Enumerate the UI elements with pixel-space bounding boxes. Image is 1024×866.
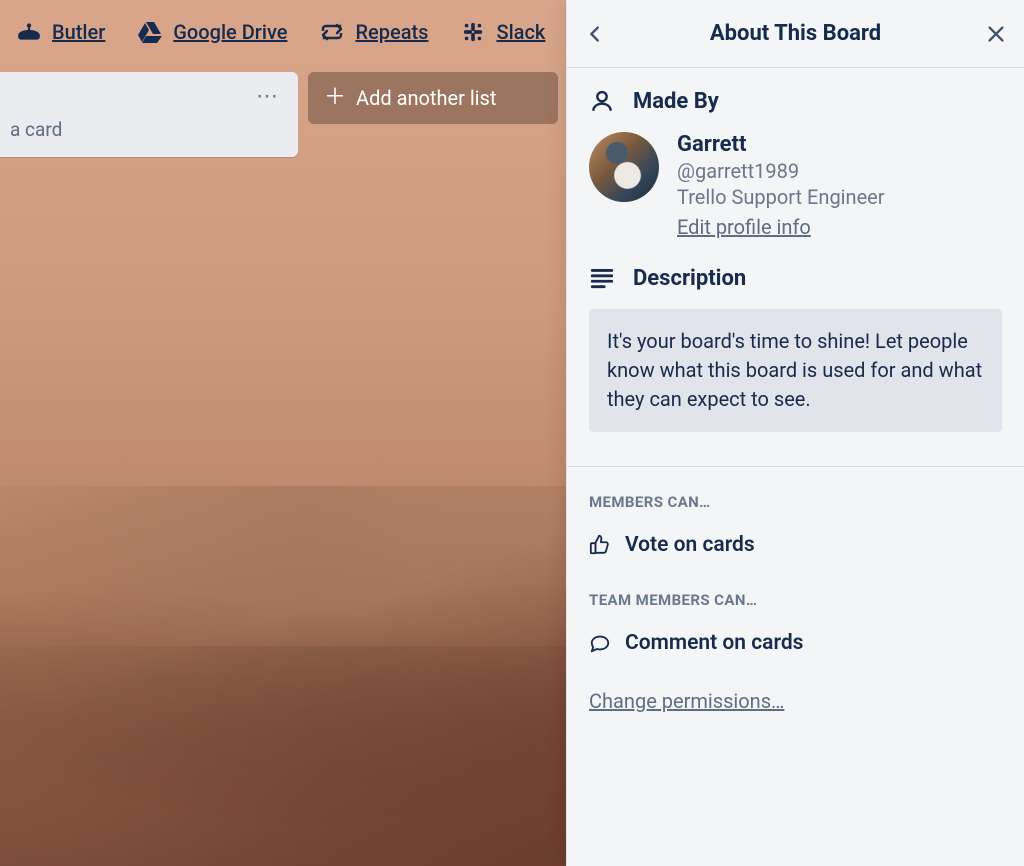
repeat-icon bbox=[319, 21, 345, 43]
list-column: ⋯ a card bbox=[0, 72, 298, 157]
description-section: Description It's your board's time to sh… bbox=[589, 265, 1002, 432]
add-card-label: a card bbox=[10, 118, 62, 141]
butler-icon bbox=[16, 21, 42, 43]
creator-name: Garrett bbox=[677, 132, 885, 157]
team-heading: TEAM MEMBERS CAN… bbox=[589, 591, 1002, 609]
creator-handle: @garrett1989 bbox=[677, 159, 885, 183]
powerup-butler[interactable]: Butler bbox=[16, 20, 105, 44]
permission-comment[interactable]: Comment on cards bbox=[589, 627, 1002, 659]
powerup-google-drive[interactable]: Google Drive bbox=[137, 20, 287, 44]
plus-icon: ＋ bbox=[324, 87, 346, 109]
add-card-button[interactable]: a card bbox=[10, 110, 288, 145]
powerup-repeats[interactable]: Repeats bbox=[319, 20, 428, 44]
creator-info: Garrett @garrett1989 Trello Support Engi… bbox=[677, 132, 885, 239]
description-input[interactable]: It's your board's time to shine! Let peo… bbox=[589, 309, 1002, 432]
add-list-label: Add another list bbox=[356, 86, 496, 110]
chevron-left-icon bbox=[584, 23, 606, 45]
add-list-button[interactable]: ＋ Add another list bbox=[308, 72, 558, 124]
panel-title: About This Board bbox=[710, 21, 881, 46]
panel-body: Made By Garrett @garrett1989 Trello Supp… bbox=[567, 68, 1024, 866]
powerup-label: Repeats bbox=[355, 20, 428, 44]
members-permissions: MEMBERS CAN… Vote on cards bbox=[589, 493, 1002, 561]
slack-icon bbox=[460, 21, 486, 43]
powerup-label: Google Drive bbox=[173, 20, 287, 44]
permission-label: Comment on cards bbox=[625, 631, 803, 655]
powerup-label: Slack bbox=[496, 20, 545, 44]
made-by-heading: Made By bbox=[633, 89, 719, 114]
team-permissions: TEAM MEMBERS CAN… Comment on cards bbox=[589, 591, 1002, 659]
back-button[interactable] bbox=[567, 0, 623, 68]
person-icon bbox=[589, 88, 615, 114]
ellipsis-icon: ⋯ bbox=[256, 84, 280, 109]
permission-label: Vote on cards bbox=[625, 533, 755, 557]
close-button[interactable] bbox=[968, 0, 1024, 68]
description-heading: Description bbox=[633, 266, 746, 291]
powerup-slack[interactable]: Slack bbox=[460, 20, 545, 44]
members-heading: MEMBERS CAN… bbox=[589, 493, 1002, 511]
close-icon bbox=[985, 23, 1007, 45]
gdrive-icon bbox=[137, 21, 163, 43]
permission-vote[interactable]: Vote on cards bbox=[589, 529, 1002, 561]
powerup-label: Butler bbox=[52, 20, 105, 44]
change-permissions-link[interactable]: Change permissions… bbox=[589, 689, 784, 713]
creator-role: Trello Support Engineer bbox=[677, 185, 885, 209]
section-divider bbox=[567, 466, 1024, 467]
list-menu-button[interactable]: ⋯ bbox=[248, 82, 288, 110]
edit-profile-link[interactable]: Edit profile info bbox=[677, 215, 811, 239]
panel-header: About This Board bbox=[567, 0, 1024, 68]
description-icon bbox=[589, 265, 615, 291]
board-menu-panel: About This Board Made By Garrett bbox=[566, 0, 1024, 866]
comment-icon bbox=[589, 632, 611, 654]
thumbs-up-icon bbox=[589, 534, 611, 556]
made-by-section: Made By Garrett @garrett1989 Trello Supp… bbox=[589, 88, 1002, 239]
creator-avatar[interactable] bbox=[589, 132, 659, 202]
description-placeholder: It's your board's time to shine! Let peo… bbox=[607, 329, 982, 411]
